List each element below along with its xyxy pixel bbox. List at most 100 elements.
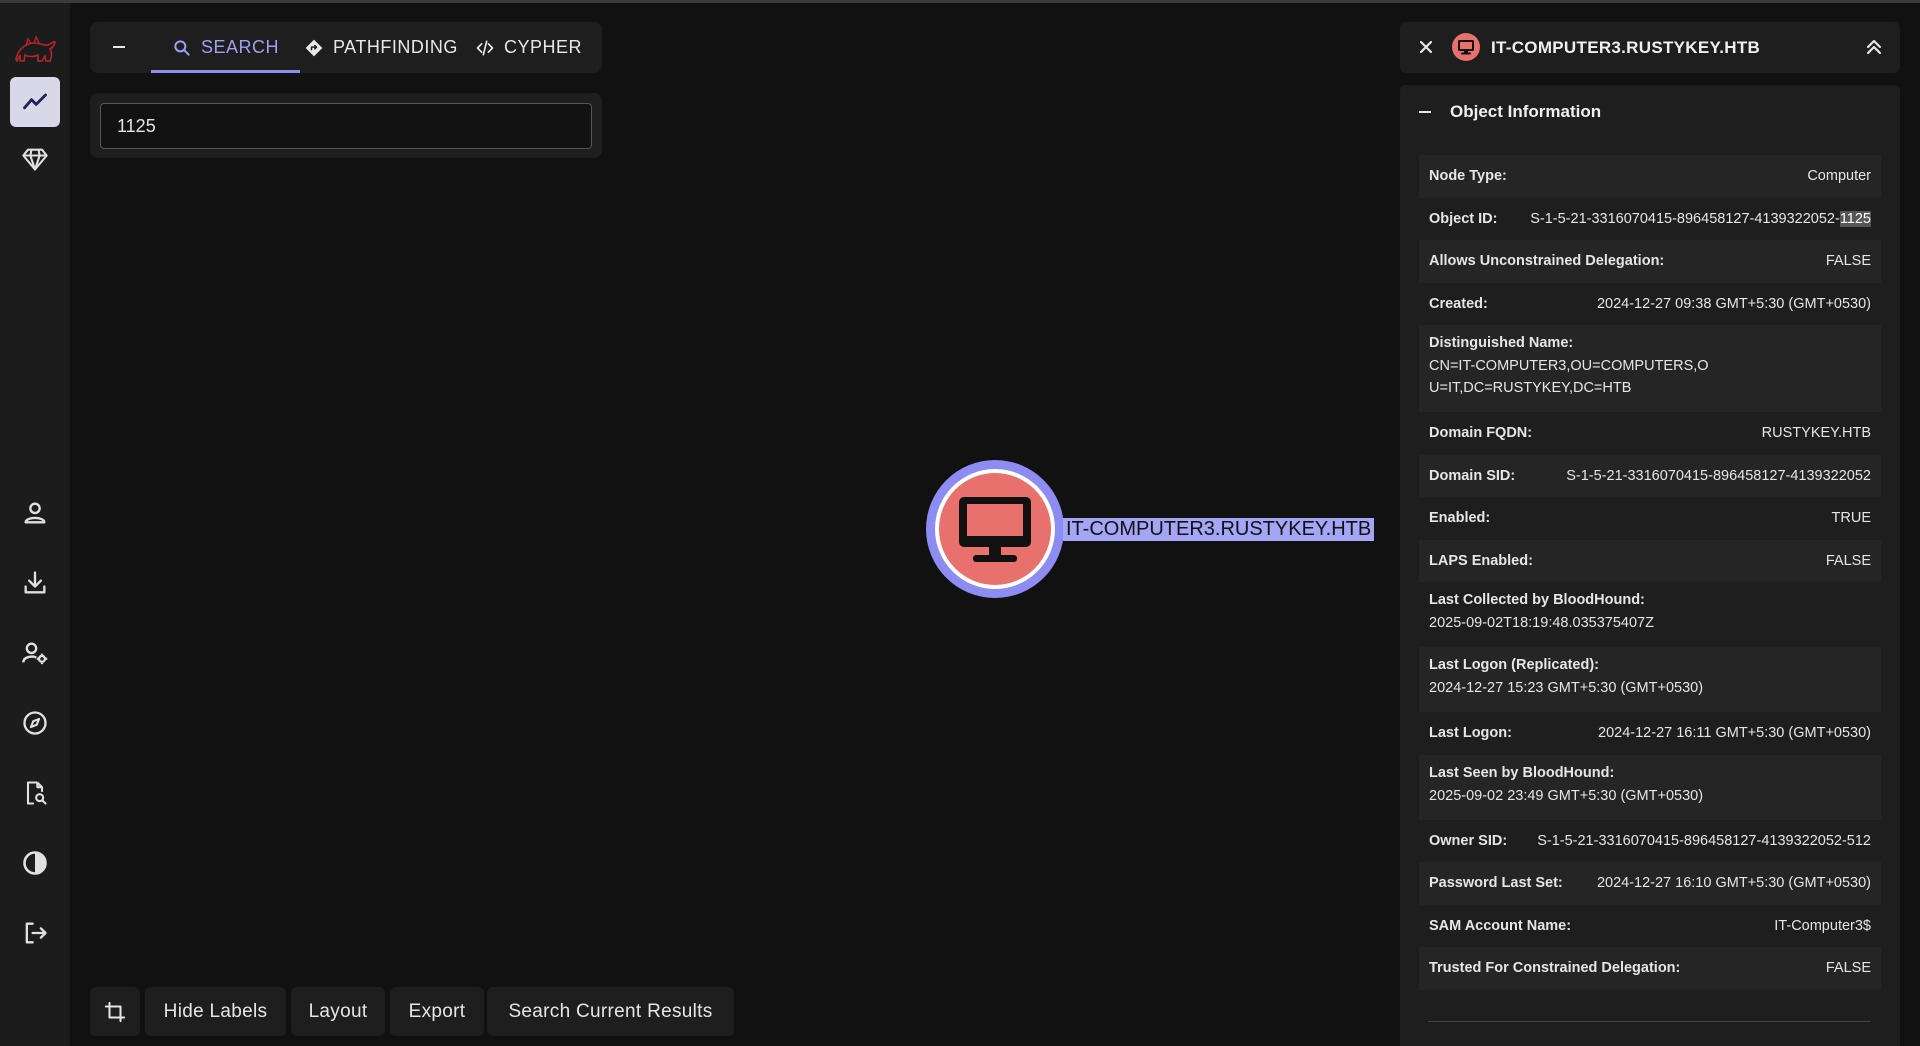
- tab-pathfinding[interactable]: PATHFINDING: [304, 22, 458, 73]
- contrast-icon: [23, 851, 47, 875]
- property-key: Owner SID:: [1429, 832, 1508, 849]
- minus-icon: [113, 46, 125, 48]
- property-key: Domain FQDN:: [1429, 425, 1533, 442]
- property-value: RUSTYKEY.HTB: [1761, 425, 1871, 442]
- tab-search[interactable]: SEARCH: [151, 22, 300, 73]
- property-row: Last Seen by BloodHound: 2025-09-02 23:4…: [1419, 754, 1881, 820]
- crop-button[interactable]: [90, 987, 140, 1036]
- sidebar-item-file-search[interactable]: [10, 768, 60, 818]
- property-row: Domain SID: S-1-5-21-3316070415-89645812…: [1419, 454, 1881, 497]
- property-row: Last Collected by BloodHound: 2025-09-02…: [1419, 582, 1881, 647]
- property-row: Node Type: Computer: [1419, 155, 1881, 198]
- tab-cypher-label: CYPHER: [504, 37, 583, 57]
- property-value: FALSE: [1825, 253, 1871, 270]
- sidebar-item-gem[interactable]: [10, 134, 60, 184]
- code-icon: [476, 40, 494, 56]
- section-divider: [1428, 1021, 1871, 1022]
- sidebar-item-theme[interactable]: [10, 838, 60, 888]
- sidebar-item-download[interactable]: [10, 558, 60, 608]
- close-button[interactable]: [1414, 35, 1438, 59]
- property-value: FALSE: [1825, 960, 1871, 977]
- property-value: S-1-5-21-3316070415-896458127-4139322052…: [1530, 210, 1871, 227]
- object-information-list: Node Type: Computer Object ID: S-1-5-21-…: [1419, 155, 1881, 990]
- explore-tabs: SEARCH PATHFINDING CYPHER: [90, 22, 602, 73]
- sidebar-item-docs[interactable]: [10, 698, 60, 748]
- property-row: LAPS Enabled: FALSE: [1419, 539, 1881, 582]
- search-current-results-button[interactable]: Search Current Results: [487, 987, 734, 1036]
- property-key: Trusted For Constrained Delegation:: [1429, 960, 1681, 977]
- tab-search-label: SEARCH: [200, 37, 279, 57]
- line-chart-icon: [23, 93, 47, 110]
- property-key: Node Type:: [1429, 168, 1507, 185]
- user-gear-icon: [22, 642, 48, 665]
- property-key: LAPS Enabled:: [1429, 552, 1533, 569]
- tab-pathfinding-label: PATHFINDING: [333, 37, 458, 57]
- property-key: Last Seen by BloodHound:: [1429, 764, 1615, 781]
- property-value: S-1-5-21-3316070415-896458127-4139322052: [1566, 467, 1871, 484]
- logo-icon: [15, 35, 56, 63]
- node-body: [939, 473, 1051, 585]
- file-search-icon: [26, 781, 47, 805]
- tab-cypher[interactable]: CYPHER: [475, 22, 582, 73]
- property-value: FALSE: [1825, 552, 1871, 569]
- property-key: Allows Unconstrained Delegation:: [1429, 253, 1665, 270]
- search-input[interactable]: [100, 103, 592, 149]
- export-button[interactable]: Export: [390, 987, 484, 1036]
- property-row: Distinguished Name: CN=IT-COMPUTER3,OU=C…: [1419, 325, 1881, 412]
- property-key: Enabled:: [1429, 510, 1491, 527]
- entity-panel-header: IT-COMPUTER3.RUSTYKEY.HTB: [1400, 22, 1900, 73]
- entity-title: IT-COMPUTER3.RUSTYKEY.HTB: [1491, 38, 1761, 57]
- sidebar-item-explore[interactable]: [10, 77, 60, 127]
- property-value: IT-Computer3$: [1774, 917, 1871, 934]
- property-value: 2025-09-02T18:19:48.035375407Z: [1429, 615, 1654, 631]
- property-value: S-1-5-21-3316070415-896458127-4139322052…: [1537, 832, 1871, 849]
- compass-icon: [23, 711, 47, 735]
- property-row: Password Last Set: 2024-12-27 16:10 GMT+…: [1419, 862, 1881, 905]
- graph-node-label[interactable]: IT-COMPUTER3.RUSTYKEY.HTB: [1063, 518, 1375, 541]
- property-key: Last Collected by BloodHound:: [1429, 592, 1645, 608]
- property-row: Enabled: TRUE: [1419, 497, 1881, 540]
- section-title: Object Information: [1450, 102, 1602, 121]
- property-key: SAM Account Name:: [1429, 917, 1572, 934]
- property-key: Created:: [1429, 295, 1488, 312]
- close-icon: [1419, 40, 1433, 54]
- property-row: Last Logon: 2024-12-27 16:11 GMT+5:30 (G…: [1419, 712, 1881, 755]
- property-key: Distinguished Name:: [1429, 335, 1574, 351]
- crop-icon: [104, 1001, 126, 1022]
- collapse-panel-button[interactable]: [1862, 35, 1886, 59]
- property-key: Last Logon:: [1429, 725, 1512, 742]
- hide-labels-button[interactable]: Hide Labels: [145, 987, 286, 1036]
- desktop-icon: [959, 497, 1031, 562]
- property-value: 2024-12-27 16:11 GMT+5:30 (GMT+0530): [1598, 725, 1871, 742]
- property-row: Trusted For Constrained Delegation: FALS…: [1419, 947, 1881, 990]
- property-row: Domain FQDN: RUSTYKEY.HTB: [1419, 412, 1881, 455]
- property-value: Computer: [1807, 168, 1871, 185]
- top-border: [0, 0, 1920, 3]
- collapse-button[interactable]: [104, 32, 134, 62]
- object-information-header[interactable]: Object Information: [1418, 95, 1601, 129]
- property-row: Created: 2024-12-27 09:38 GMT+5:30 (GMT+…: [1419, 283, 1881, 326]
- layout-button[interactable]: Layout: [291, 987, 385, 1036]
- object-id-prefix: S-1-5-21-3316070415-896458127-4139322052…: [1530, 210, 1840, 227]
- gem-icon: [22, 148, 48, 171]
- node-ring: [935, 469, 1055, 589]
- sidebar-item-logout[interactable]: [10, 908, 60, 958]
- object-id-highlight: 1125: [1839, 210, 1871, 227]
- property-row: Object ID: S-1-5-21-3316070415-896458127…: [1419, 198, 1881, 241]
- property-value: 2025-09-02 23:49 GMT+5:30 (GMT+0530): [1429, 787, 1704, 804]
- property-value: 2024-12-27 09:38 GMT+5:30 (GMT+0530): [1596, 295, 1871, 312]
- logout-icon: [25, 922, 47, 944]
- property-value: 2024-12-27 16:10 GMT+5:30 (GMT+0530): [1596, 875, 1871, 892]
- route-diamond-icon: [305, 39, 323, 56]
- graph-node[interactable]: [926, 460, 1064, 598]
- property-key: Object ID:: [1429, 210, 1498, 227]
- search-panel: [90, 93, 602, 158]
- chevron-double-up-icon: [1866, 39, 1882, 55]
- sidebar-item-profile[interactable]: [10, 488, 60, 538]
- property-key: Last Logon (Replicated):: [1429, 657, 1599, 673]
- property-row: Owner SID: S-1-5-21-3316070415-896458127…: [1419, 820, 1881, 863]
- sidebar-item-administration[interactable]: [10, 628, 60, 678]
- bloodhound-logo[interactable]: [10, 29, 60, 73]
- property-row: Allows Unconstrained Delegation: FALSE: [1419, 240, 1881, 283]
- property-value: CN=IT-COMPUTER3,OU=COMPUTERS,OU=IT,DC=RU…: [1429, 358, 1709, 396]
